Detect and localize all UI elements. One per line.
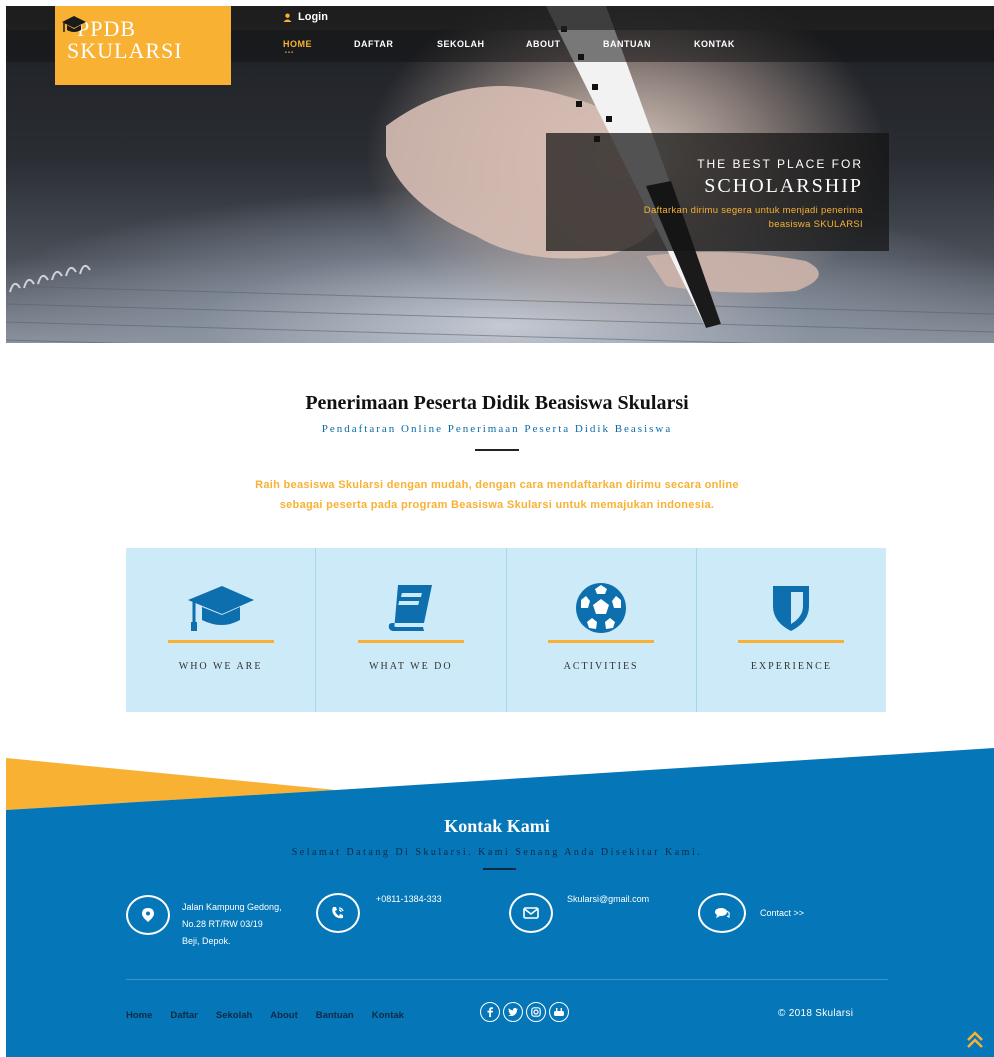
feature-underline — [357, 640, 464, 643]
contact-link[interactable]: Contact >> — [760, 905, 804, 922]
feature-label: EXPERIENCE — [750, 661, 832, 672]
chat-bubble-icon — [715, 908, 730, 918]
intro-text-line2: sebagai peserta pada program Beasiswa Sk… — [279, 499, 715, 511]
nav-daftar[interactable]: DAFTAR — [354, 39, 437, 49]
footer-nav-kontak[interactable]: Kontak — [372, 1010, 404, 1021]
nav-about[interactable]: ABOUT — [526, 39, 603, 49]
youtube-icon — [554, 1008, 564, 1016]
email-icon-circle — [509, 893, 553, 933]
hero-description-line1: Daftarkan dirimu segera untuk menjadi pe… — [643, 205, 863, 216]
intro-text-line1: Raih beasiswa Skularsi dengan mudah, den… — [255, 479, 739, 491]
youtube-link[interactable] — [549, 1002, 569, 1022]
graduation-cap-icon — [62, 16, 86, 32]
intro-section: Penerimaan Peserta Didik Beasiswa Skular… — [0, 392, 994, 515]
copyright-text: © 2018 Skularsi — [778, 1008, 854, 1019]
social-links — [480, 1002, 569, 1022]
login-link[interactable]: Login — [283, 11, 328, 23]
feature-label: WHAT WE DO — [369, 661, 453, 672]
hero-headline: SCHOLARSHIP — [704, 175, 863, 197]
double-chevron-up-icon[interactable] — [965, 1030, 985, 1050]
feature-what-we-do[interactable]: WHAT WE DO — [316, 548, 507, 712]
twitter-link[interactable] — [503, 1002, 523, 1022]
contact-form-link[interactable]: Contact >> — [698, 893, 804, 933]
logo-text-ppdb: PPDB — [77, 16, 137, 41]
footer-nav-home[interactable]: Home — [126, 1010, 152, 1021]
address-line1: Jalan Kampung Gedong, — [182, 902, 282, 912]
address-line3: Beji, Depok. — [182, 936, 231, 946]
address-icon-circle — [126, 895, 170, 935]
shield-icon — [773, 586, 810, 631]
feature-underline — [738, 640, 845, 643]
contact-email: Skularsi@gmail.com — [509, 893, 649, 933]
phone-number[interactable]: +0811-1384-333 — [376, 891, 442, 908]
phone-icon — [332, 907, 344, 919]
phone-icon-circle — [316, 893, 360, 933]
map-pin-icon — [142, 908, 154, 922]
contact-address: Jalan Kampung Gedong, No.28 RT/RW 03/19 … — [126, 895, 282, 950]
footer-nav-daftar[interactable]: Daftar — [170, 1010, 197, 1021]
contact-phone: +0811-1384-333 — [316, 893, 442, 933]
features-panel: WHO WE ARE WHAT WE DO ACTIVITIES EXPERIE… — [126, 548, 886, 712]
title-divider — [475, 449, 519, 451]
twitter-icon — [508, 1008, 518, 1016]
user-icon — [283, 13, 292, 22]
nav-bantuan[interactable]: BANTUAN — [603, 39, 694, 49]
footer-nav-about[interactable]: About — [270, 1010, 297, 1021]
hero-tagline: THE BEST PLACE FOR — [697, 157, 863, 171]
footer-nav: Home Daftar Sekolah About Bantuan Kontak — [126, 1010, 422, 1021]
address-line2: No.28 RT/RW 03/19 — [182, 919, 263, 929]
feature-label: WHO WE ARE — [178, 661, 263, 672]
contact-title: Kontak Kami — [444, 816, 550, 836]
book-icon — [388, 585, 432, 631]
feature-label: ACTIVITIES — [563, 661, 639, 672]
login-label: Login — [298, 11, 328, 23]
feature-who-we-are[interactable]: WHO WE ARE — [126, 548, 317, 712]
main-nav: HOME DAFTAR SEKOLAH ABOUT BANTUAN KONTAK — [283, 39, 754, 56]
graduation-cap-icon — [187, 586, 254, 631]
intro-text: Raih beasiswa Skularsi dengan mudah, den… — [0, 475, 994, 515]
facebook-link[interactable] — [480, 1002, 500, 1022]
nav-kontak[interactable]: KONTAK — [694, 39, 754, 49]
footer-divider — [126, 979, 888, 980]
facebook-icon — [487, 1007, 493, 1017]
hero-caption: THE BEST PLACE FOR SCHOLARSHIP Daftarkan… — [546, 133, 889, 251]
nav-home[interactable]: HOME — [283, 39, 354, 56]
footer-nav-bantuan[interactable]: Bantuan — [316, 1010, 354, 1021]
instagram-link[interactable] — [526, 1002, 546, 1022]
feature-experience[interactable]: EXPERIENCE — [697, 548, 886, 712]
envelope-icon — [523, 907, 539, 919]
email-address[interactable]: Skularsi@gmail.com — [567, 891, 649, 908]
site-logo[interactable]: PPDB SKULARSI — [55, 6, 231, 85]
feature-activities[interactable]: ACTIVITIES — [507, 548, 697, 712]
soccer-ball-icon — [576, 583, 627, 633]
chat-icon-circle — [698, 893, 746, 933]
contact-divider — [483, 868, 516, 870]
hero-description-line2: beasiswa SKULARSI — [768, 219, 863, 230]
feature-underline — [548, 640, 655, 643]
page-title: Penerimaan Peserta Didik Beasiswa Skular… — [305, 392, 689, 414]
footer-nav-sekolah[interactable]: Sekolah — [216, 1010, 252, 1021]
page-subtitle: Pendaftaran Online Penerimaan Peserta Di… — [321, 423, 673, 435]
hero-description: Daftarkan dirimu segera untuk menjadi pe… — [566, 204, 863, 232]
logo-text-skularsi: SKULARSI — [67, 38, 183, 63]
instagram-icon — [531, 1007, 541, 1017]
contact-subtitle: Selamat Datang Di Skularsi. Kami Senang … — [291, 847, 703, 858]
hero-banner: PPDB SKULARSI Login HOME DAFTAR SEKOLAH … — [6, 6, 994, 343]
nav-sekolah[interactable]: SEKOLAH — [437, 39, 526, 49]
feature-underline — [167, 640, 274, 643]
